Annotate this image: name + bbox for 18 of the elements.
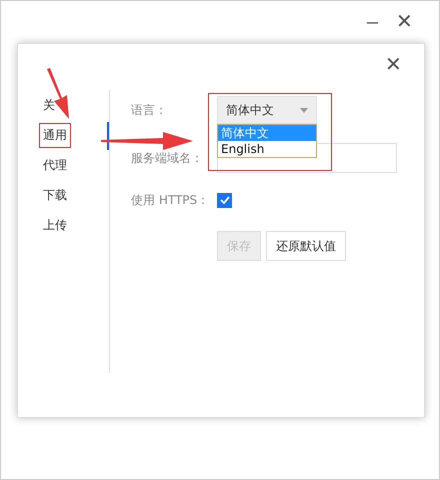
sidebar-tab[interactable]: 关: [39, 92, 59, 118]
close-button[interactable]: ✕: [385, 54, 402, 76]
dropdown-option[interactable]: English: [218, 141, 316, 157]
field-label: 语言：: [131, 102, 167, 118]
sidebar-tab[interactable]: 上传: [39, 212, 71, 238]
minimize-button[interactable]: –: [366, 11, 378, 33]
sidebar-tab[interactable]: 下载: [39, 182, 71, 208]
language-select[interactable]: 简体中文: [217, 96, 317, 124]
field-label: 服务端域名：: [131, 150, 203, 166]
active-tab-indicator: [107, 122, 109, 150]
sidebar-tab[interactable]: 通用: [39, 122, 71, 148]
field-label: 使用 HTTPS：: [131, 192, 210, 208]
close-button[interactable]: ✕: [396, 11, 413, 33]
arrow: [45, 69, 71, 119]
checkbox[interactable]: [217, 192, 232, 208]
reset-button[interactable]: 还原默认值: [266, 231, 346, 261]
sidebar-tab[interactable]: 代理: [39, 152, 71, 178]
caret-icon: [300, 108, 308, 112]
